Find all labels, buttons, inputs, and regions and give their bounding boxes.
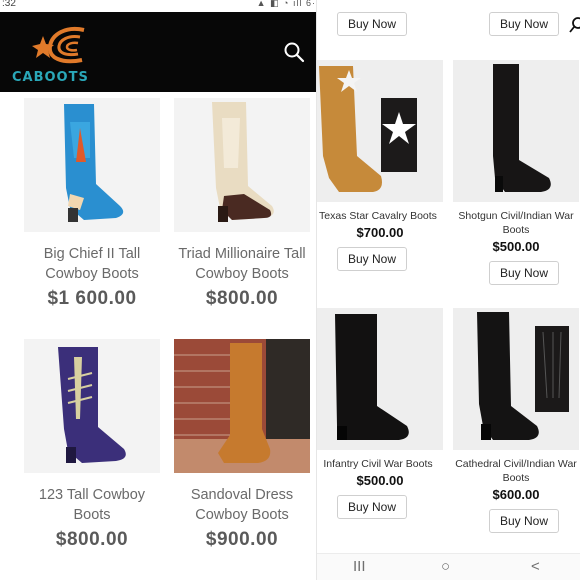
left-screen: :32 ▲ ◧ ◔ ıll 6· CABOOTS Big Chief II Ta… [0, 0, 316, 580]
product-card[interactable]: Big Chief II Tall Cowboy Boots $1 600.00 [24, 98, 160, 310]
product-price: $500.00 [356, 473, 404, 488]
product-price: $900.00 [205, 529, 279, 550]
product-card[interactable]: Triad Millionaire Tall Cowboy Boots $800… [174, 98, 310, 310]
boot-image [212, 102, 274, 222]
product-image[interactable] [317, 308, 443, 450]
boot-image [64, 104, 124, 222]
boot-image [477, 312, 569, 440]
site-header: CABOOTS [0, 12, 316, 92]
recents-icon[interactable]: III [353, 558, 366, 575]
product-price: $800.00 [55, 529, 129, 550]
product-name[interactable]: Texas Star Cavalry Boots [317, 209, 443, 223]
boot-image [493, 64, 551, 192]
product-name[interactable]: Triad Millionaire Tall Cowboy Boots [174, 244, 310, 284]
product-image[interactable] [24, 339, 160, 473]
product-card[interactable]: 123 Tall Cowboy Boots $800.00 [24, 339, 160, 551]
back-icon[interactable]: < [531, 558, 540, 575]
boot-image [174, 339, 310, 473]
status-bar: :32 ▲ ◧ ◔ ıll 6· [0, 0, 316, 12]
status-icons: ▲ ◧ ◔ ıll 6· [256, 0, 316, 8]
caboots-logo[interactable]: CABOOTS [12, 24, 102, 85]
product-image[interactable] [453, 60, 579, 202]
android-nav-bar: III ○ < [317, 553, 580, 580]
caboots-star-logo-icon [32, 27, 85, 64]
product-image[interactable] [174, 98, 310, 232]
product-card[interactable]: Sandoval Dress Cowboy Boots $900.00 [174, 339, 310, 551]
boot-image [58, 347, 126, 463]
buy-now-button[interactable]: Buy Now [489, 261, 560, 285]
search-icon[interactable] [282, 40, 306, 64]
product-price: $1 600.00 [47, 288, 137, 309]
status-time: :32 [2, 0, 16, 9]
boot-image [319, 66, 417, 192]
product-name[interactable]: Cathedral Civil/Indian War Boots [451, 457, 580, 485]
product-image[interactable] [174, 339, 310, 473]
product-price: $600.00 [492, 487, 540, 502]
brand-name: CABOOTS [12, 70, 89, 85]
product-image[interactable] [24, 98, 160, 232]
buy-now-button[interactable]: Buy Now [489, 509, 560, 533]
buy-now-button[interactable]: Buy Now [489, 12, 560, 36]
product-price: $700.00 [356, 225, 404, 240]
product-price: $500.00 [492, 239, 540, 254]
product-image[interactable] [317, 60, 443, 202]
product-name[interactable]: Shotgun Civil/Indian War Boots [451, 209, 580, 237]
product-price: $800.00 [205, 288, 279, 309]
product-name[interactable]: Infantry Civil War Boots [317, 457, 443, 471]
product-name[interactable]: Sandoval Dress Cowboy Boots [174, 485, 310, 525]
buy-now-button[interactable]: Buy Now [337, 247, 408, 271]
right-screen: Buy Now Buy Now Texas Star Cavalry Boots… [316, 0, 580, 580]
buy-now-button[interactable]: Buy Now [337, 12, 408, 36]
home-icon[interactable]: ○ [441, 558, 450, 575]
product-name[interactable]: Big Chief II Tall Cowboy Boots [24, 244, 160, 284]
product-name[interactable]: 123 Tall Cowboy Boots [24, 485, 160, 525]
buy-now-button[interactable]: Buy Now [337, 495, 408, 519]
product-image[interactable] [453, 308, 579, 450]
search-icon[interactable] [569, 16, 580, 34]
boot-image [335, 314, 409, 440]
